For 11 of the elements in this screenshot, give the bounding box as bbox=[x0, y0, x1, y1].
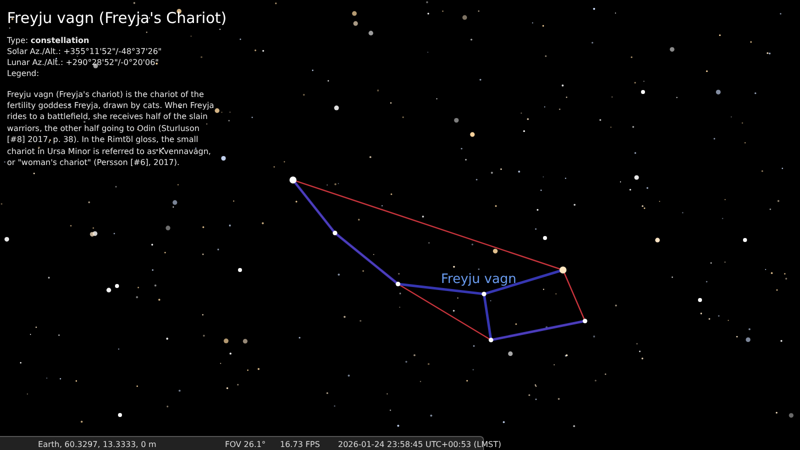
constellation-label: Freyju vagn bbox=[441, 271, 516, 289]
legend-description: Freyju vagn (Freyja's chariot) is the chariot of the fertility goddess Freyja, drawn by cats. When Freyja rides to a battlefield, she receives half of the slain warriors, the other half going to Odin (Sturluson [#8] 2017, p. 38). In the Rimtöl gloss, the small chariot in Ursa Minor is referred to as Kvennavagn, or "woman's chariot" (Persson [#6], 2017). bbox=[7, 88, 216, 168]
info-line: Type: constellation bbox=[7, 34, 90, 46]
object-title: Freyju vagn (Freyja's Chariot) bbox=[7, 8, 227, 29]
info-line: Solar Az./Alt.: +355°11'52"/-48°37'26" bbox=[7, 46, 163, 56]
fov-text: FOV 26.1° bbox=[225, 439, 266, 450]
fps-text: 16.73 FPS bbox=[280, 439, 320, 450]
location-text: Earth, 60.3297, 13.3333, 0 m bbox=[38, 439, 156, 450]
info-line: Lunar Az./Alt.: +290°28'52"/-0°20'06" bbox=[7, 56, 160, 68]
datetime-text: 2026-01-24 23:58:45 UTC+00:53 (LMST) bbox=[338, 439, 502, 450]
info-line: Legend: bbox=[7, 68, 40, 78]
